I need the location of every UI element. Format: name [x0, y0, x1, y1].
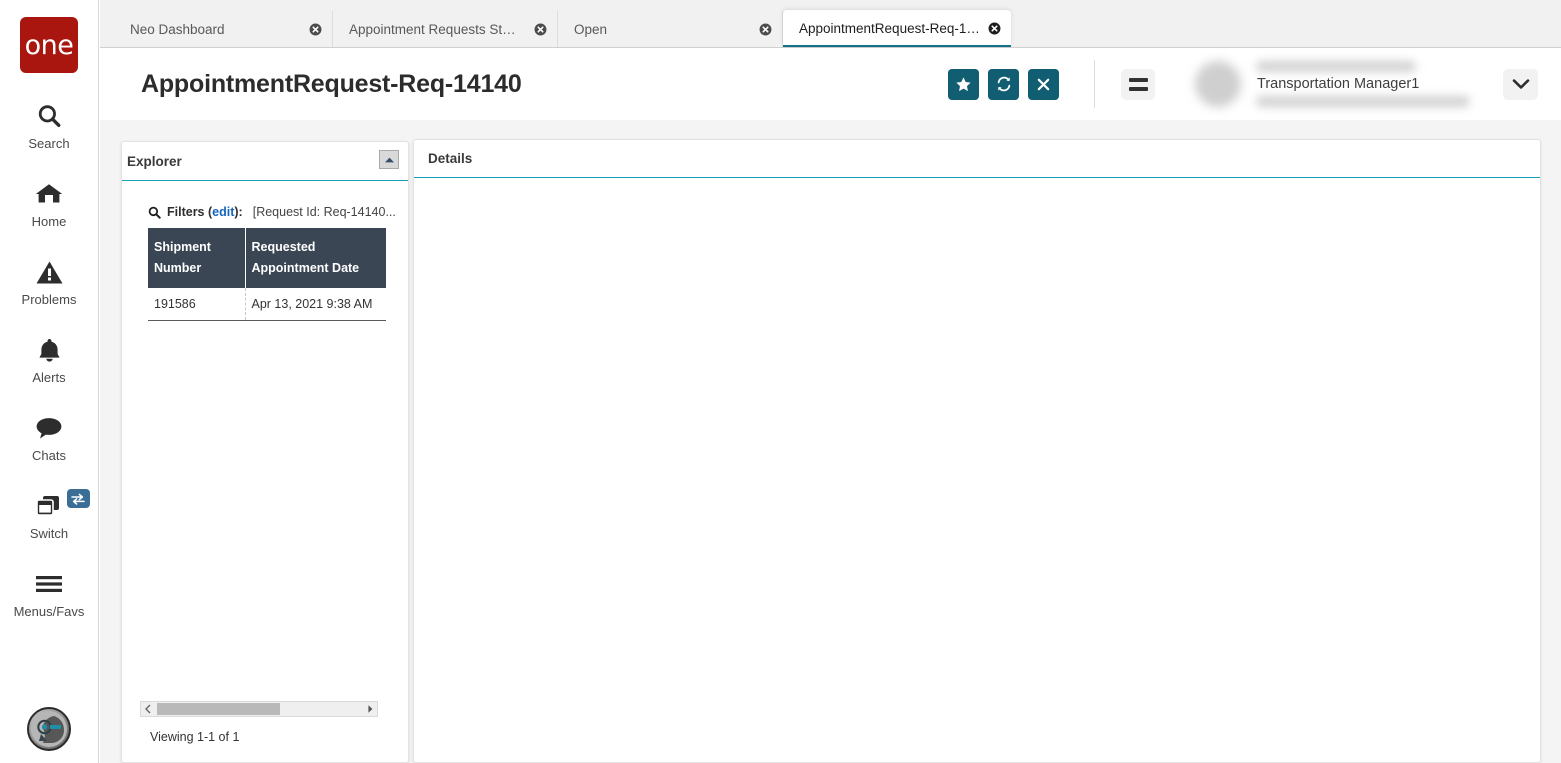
chevron-down-icon[interactable]	[1503, 68, 1538, 100]
user-profile[interactable]: Transportation Manager1	[1195, 56, 1538, 112]
close-icon[interactable]	[980, 22, 1001, 35]
user-org-redacted	[1257, 96, 1469, 107]
ai-assistant-avatar-icon[interactable]	[27, 707, 71, 751]
header-actions: Transportation Manager1	[939, 56, 1561, 112]
browser-tab-bar: Neo Dashboard Appointment Requests State…	[100, 0, 1561, 48]
tab-appointment-requests-state-summary[interactable]: Appointment Requests State Su...	[333, 11, 558, 47]
filters-row[interactable]: Filters (edit): [Request Id: Req-14140..…	[148, 201, 408, 223]
header-divider	[1094, 60, 1095, 108]
sidebar-item-switch[interactable]: Switch	[0, 489, 99, 541]
page-title: AppointmentRequest-Req-14140	[141, 69, 522, 98]
chat-bubble-icon	[35, 413, 63, 443]
collapse-up-icon[interactable]	[379, 150, 399, 169]
workspace: Explorer Filters (edit): [Request Id: Re…	[100, 120, 1561, 763]
details-panel-header: Details	[414, 140, 1540, 178]
sidebar-item-label: Menus/Favs	[13, 604, 85, 619]
refresh-button[interactable]	[988, 68, 1019, 100]
hamburger-menu-icon	[35, 569, 63, 599]
sidebar-item-problems[interactable]: Problems	[0, 257, 99, 307]
sidebar-item-label: Chats	[32, 448, 66, 463]
scroll-left-arrow-icon[interactable]	[141, 702, 155, 716]
sidebar-item-label: Alerts	[32, 370, 66, 385]
tab-label: AppointmentRequest-Req-14140 2	[799, 21, 980, 36]
explorer-title: Explorer	[127, 153, 182, 169]
sidebar-item-label: Home	[31, 214, 67, 229]
details-panel: Details	[413, 139, 1541, 763]
horizontal-scrollbar[interactable]	[140, 701, 378, 717]
tab-label: Neo Dashboard	[130, 21, 225, 37]
cell-requested-appointment-date[interactable]: Apr 13, 2021 9:38 AM	[245, 288, 386, 321]
tab-label: Open	[574, 21, 608, 37]
table-header-row: Shipment Number Requested Appointment Da…	[148, 228, 386, 288]
close-icon[interactable]	[745, 23, 772, 36]
filters-edit-link[interactable]: edit	[212, 205, 234, 219]
warning-triangle-icon	[36, 257, 63, 287]
sidebar-item-label: Problems	[21, 292, 77, 307]
filters-value: [Request Id: Req-14140...	[252, 205, 396, 219]
explorer-panel: Explorer Filters (edit): [Request Id: Re…	[121, 141, 409, 763]
list-menu-icon[interactable]	[1121, 68, 1155, 100]
search-icon	[36, 101, 62, 131]
left-sidebar: one Search Home Problems Alerts Chats Sw…	[0, 0, 99, 763]
user-name-redacted	[1257, 61, 1415, 72]
scrollbar-thumb[interactable]	[157, 703, 280, 715]
scroll-right-arrow-icon[interactable]	[363, 702, 377, 716]
menu-bar-1	[1128, 77, 1148, 82]
sidebar-item-home[interactable]: Home	[0, 179, 99, 229]
avatar	[1195, 61, 1241, 107]
close-icon[interactable]	[295, 23, 322, 36]
tab-label: Appointment Requests State Su...	[349, 21, 520, 37]
bell-icon	[37, 335, 62, 365]
cell-shipment-number[interactable]: 191586	[148, 288, 246, 321]
sidebar-item-label: Switch	[29, 526, 69, 541]
close-icon[interactable]	[520, 23, 547, 36]
user-name-block: Transportation Manager1	[1257, 56, 1469, 112]
user-role-label: Transportation Manager1	[1257, 76, 1420, 92]
sidebar-item-chats[interactable]: Chats	[0, 413, 99, 463]
explorer-body: Filters (edit): [Request Id: Req-14140..…	[122, 181, 408, 762]
table-row[interactable]: 191586 Apr 13, 2021 9:38 AM	[148, 288, 386, 321]
tab-open[interactable]: Open	[558, 11, 783, 47]
switch-windows-icon	[35, 491, 64, 521]
swap-arrows-icon[interactable]	[66, 489, 90, 508]
sidebar-item-label: Search	[28, 136, 70, 151]
favorite-button[interactable]	[948, 68, 979, 100]
filters-label: Filters (	[167, 205, 213, 219]
details-title: Details	[428, 151, 473, 166]
column-header-shipment-number[interactable]: Shipment Number	[148, 228, 246, 288]
sidebar-item-menus-favs[interactable]: Menus/Favs	[0, 569, 99, 619]
column-header-requested-appointment-date[interactable]: Requested Appointment Date	[245, 228, 386, 288]
menu-bar-2	[1128, 86, 1148, 91]
filters-label-end: ):	[234, 205, 243, 219]
sidebar-item-search[interactable]: Search	[0, 101, 99, 151]
home-icon	[35, 179, 63, 209]
one-network-logo[interactable]: one	[20, 17, 78, 73]
page-header: AppointmentRequest-Req-14140 Transportat…	[100, 48, 1561, 120]
viewing-count-label: Viewing 1-1 of 1	[150, 730, 240, 744]
search-icon	[148, 206, 161, 219]
explorer-panel-header: Explorer	[122, 142, 408, 181]
tab-appointment-request-req-14140-2[interactable]: AppointmentRequest-Req-14140 2	[783, 10, 1011, 47]
sidebar-item-alerts[interactable]: Alerts	[0, 335, 99, 385]
shipment-grid: Shipment Number Requested Appointment Da…	[148, 228, 386, 321]
close-button[interactable]	[1028, 68, 1059, 100]
tab-neo-dashboard[interactable]: Neo Dashboard	[114, 11, 333, 47]
